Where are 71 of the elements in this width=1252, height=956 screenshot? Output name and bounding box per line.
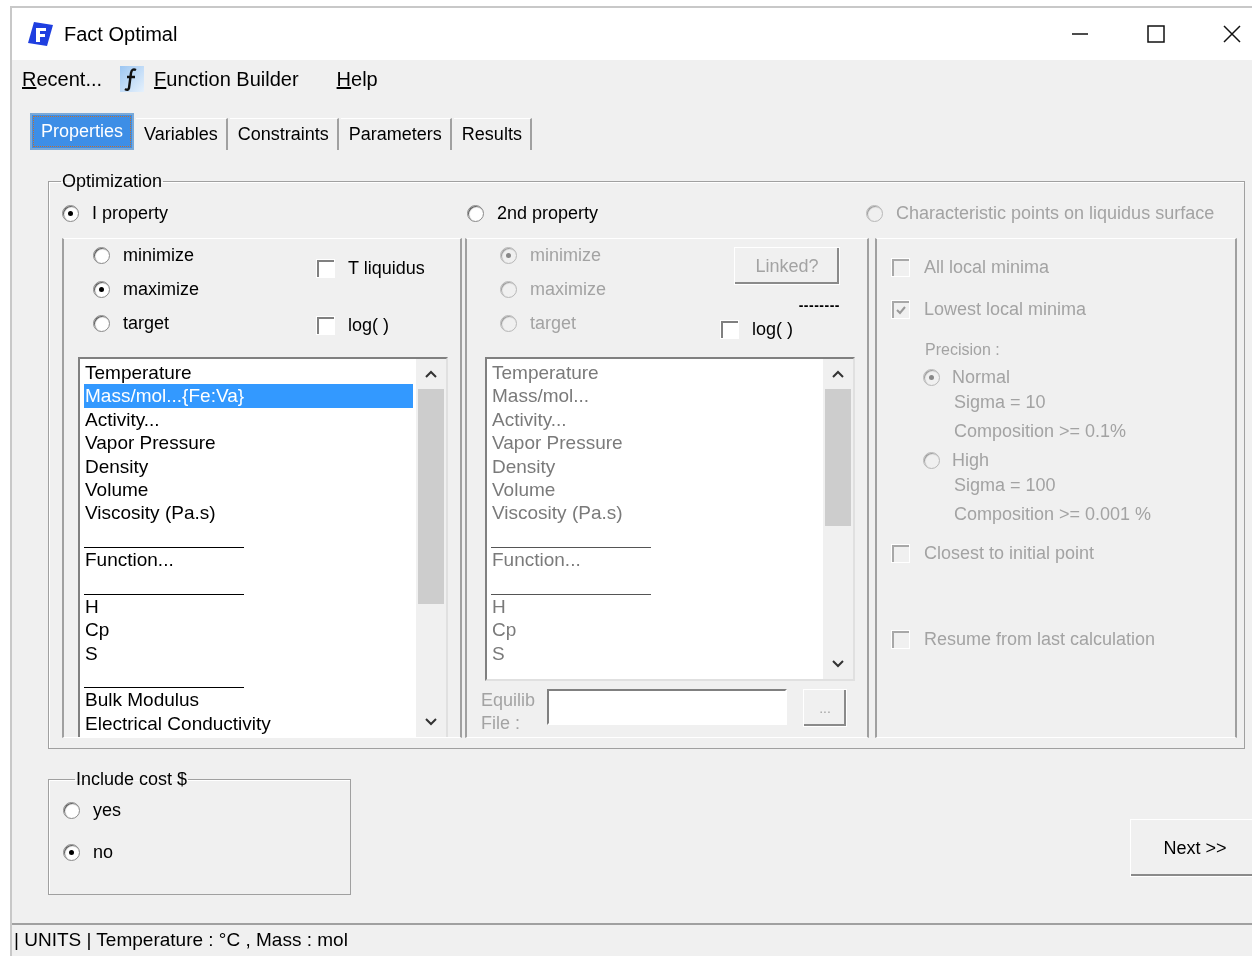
- list-item[interactable]: S: [84, 641, 413, 666]
- tab[interactable]: Results: [453, 118, 532, 150]
- list-item[interactable]: Electrical Conductivity: [84, 711, 413, 736]
- radio-label: target: [123, 313, 170, 334]
- radio-button[interactable]: [63, 844, 80, 861]
- radio-label: I property: [92, 202, 169, 224]
- radio-button[interactable]: [93, 281, 110, 298]
- checkbox-label: Resume from last calculation: [924, 629, 1156, 650]
- checkbox[interactable]: [316, 259, 335, 278]
- radio-label: 2nd property: [497, 202, 599, 224]
- precision-detail: Sigma = 10: [954, 391, 1047, 414]
- app-logo-icon: [25, 19, 55, 49]
- scroll-up-icon[interactable]: [424, 369, 438, 379]
- scroll-down-icon[interactable]: [424, 717, 438, 727]
- radio-label: Characteristic points on liquidus surface: [896, 202, 1215, 224]
- scrollbar[interactable]: [823, 359, 853, 679]
- field-label: Equilib File :: [481, 689, 537, 735]
- precision-detail: Sigma = 100: [954, 474, 1057, 497]
- next-button[interactable]: Next >>: [1130, 819, 1252, 877]
- tab[interactable]: Constraints: [229, 118, 339, 150]
- radio-label: High: [952, 450, 990, 471]
- radio-button[interactable]: [467, 204, 484, 222]
- radio-label: Normal: [952, 367, 1010, 388]
- checkbox-label: log( ): [752, 319, 793, 340]
- radio-label: no: [93, 842, 114, 863]
- checkbox-label: All local minima: [924, 257, 1050, 278]
- list-item[interactable]: Function...: [84, 548, 413, 572]
- list-item[interactable]: Activity...: [84, 407, 413, 432]
- radio-label: minimize: [530, 245, 601, 266]
- close-icon[interactable]: [1222, 24, 1242, 44]
- list-item[interactable]: Volume: [84, 477, 413, 502]
- list-item[interactable]: Viscosity (Pa.s): [84, 501, 413, 525]
- radio-label: minimize: [123, 245, 194, 266]
- precision-detail: Composition >= 0.1%: [954, 420, 1128, 443]
- menu-item[interactable]: Function Builder: [154, 67, 299, 91]
- property-list[interactable]: Temperature Mass/mol...{Fe:Va} Activity... Vapor Pressure Density Volume Viscosity (Pa.s) Function... H Cp S Bulk Modulus Electrical Conductivity: [78, 357, 448, 737]
- status-bar: | UNITS | Temperature : °C , Mass : mol: [12, 923, 1252, 956]
- radio-label: yes: [93, 800, 121, 821]
- radio-button[interactable]: [93, 315, 110, 332]
- radio-button[interactable]: [63, 802, 80, 819]
- dashes-text: --------: [798, 297, 840, 313]
- scroll-up-icon[interactable]: [831, 369, 845, 379]
- maximize-icon[interactable]: [1146, 24, 1166, 44]
- scroll-down-icon[interactable]: [831, 659, 845, 669]
- function-icon[interactable]: [120, 66, 145, 92]
- menu-item[interactable]: Help: [336, 67, 378, 91]
- menu-item[interactable]: Recent...: [22, 67, 103, 91]
- precision-detail: Composition >= 0.001 %: [954, 503, 1153, 526]
- list-item[interactable]: Temperature: [84, 361, 413, 385]
- window-title: Fact Optimal: [64, 22, 178, 46]
- radio-button[interactable]: [93, 247, 110, 264]
- radio-label: maximize: [123, 279, 199, 300]
- checkbox[interactable]: [316, 316, 335, 335]
- radio-label: maximize: [530, 279, 606, 300]
- group-title: Include cost $: [75, 769, 189, 790]
- tab[interactable]: Parameters: [340, 118, 452, 150]
- radio-label: target: [530, 313, 577, 334]
- precision-label: Precision :: [925, 341, 1001, 359]
- checkbox-label: log( ): [348, 315, 389, 336]
- scrollbar[interactable]: [416, 359, 446, 737]
- list-item[interactable]: Cp: [84, 618, 413, 642]
- list-item[interactable]: H: [84, 594, 413, 619]
- checkbox-label: Lowest local minima: [924, 299, 1087, 320]
- checkbox-label: Closest to initial point: [924, 543, 1095, 564]
- checkbox-label: T liquidus: [348, 258, 425, 279]
- tab[interactable]: Variables: [136, 118, 228, 150]
- list-item[interactable]: Vapor Pressure: [84, 431, 413, 455]
- list-item[interactable]: Bulk Modulus: [84, 688, 413, 712]
- radio-button[interactable]: [62, 204, 79, 222]
- list-item[interactable]: Density: [84, 454, 413, 478]
- group-title: Optimization: [61, 171, 164, 192]
